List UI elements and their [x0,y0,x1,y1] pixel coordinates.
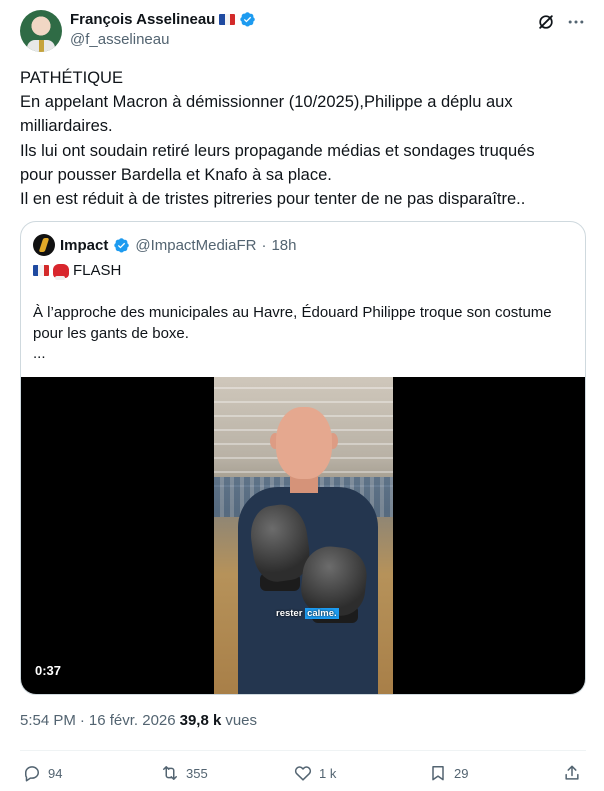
verified-badge-icon [240,12,256,27]
meta-separator: · [79,712,85,729]
bookmark-icon [432,766,444,781]
video-player[interactable]: rester calme. 0:37 [21,377,585,694]
person-head [276,407,332,479]
post-line: En appelant Macron à démissionner (10/20… [20,93,513,112]
reply-icon [25,766,39,782]
post-meta: 5:54 PM · 16 févr. 2026 39,8 k vues [20,712,257,729]
like-count: 1 k [319,765,337,781]
post-date[interactable]: 16 févr. 2026 [89,712,176,729]
quote-text-line: À l’approche des municipales au Havre, É… [33,304,552,321]
quote-text: À l’approche des municipales au Havre, É… [33,303,579,365]
quoted-post[interactable]: Impact @ImpactMediaFR · 18h FLASH À l’ap… [20,221,586,695]
subtitle-highlight-word: calme. [305,608,339,619]
video-frame[interactable]: rester calme. [214,377,393,694]
grok-icon[interactable] [536,12,556,32]
reply-button[interactable]: 94 [22,763,62,783]
share-icon [565,765,579,780]
quote-ellipsis: ... [33,345,46,362]
quote-avatar[interactable] [33,234,55,256]
like-button[interactable]: 1 k [293,763,336,783]
divider [20,750,586,751]
bookmark-count: 29 [454,765,469,781]
views-label: vues [225,712,258,729]
author-name[interactable]: François Asselineau [70,11,215,28]
quote-time[interactable]: 18h [271,237,296,254]
repost-button[interactable]: 355 [160,763,208,783]
bookmark-button[interactable]: 29 [428,763,468,783]
quote-flash-label: FLASH [73,262,122,279]
reply-count: 94 [48,765,63,781]
repost-count: 355 [186,765,208,781]
post-line: pour pousser Bardella et Knafo à sa plac… [20,165,332,184]
heart-icon [294,766,312,781]
quote-author-handle[interactable]: @ImpactMediaFR [135,237,256,254]
quote-author-name[interactable]: Impact [60,237,108,254]
avatar-tie [39,40,44,52]
video-duration: 0:37 [35,663,62,678]
post-text: PATHÉTIQUE En appelant Macron à démissio… [20,66,590,211]
post-line: Ils lui ont soudain retiré leurs propaga… [20,141,535,160]
post-line: PATHÉTIQUE [20,69,123,87]
verified-badge-icon [114,237,130,253]
video-subtitle: rester calme. [276,608,339,619]
boxing-glove-right [298,543,370,619]
boxing-glove-icon [53,263,69,280]
post-time[interactable]: 5:54 PM [20,712,76,729]
quote-text-line: pour les gants de boxe. [33,324,189,342]
repost-icon [163,766,177,780]
author-avatar[interactable] [20,10,62,52]
post-line: milliardaires. [20,117,113,136]
more-options-icon[interactable] [566,12,586,32]
quote-separator: · [261,236,267,254]
quote-header: Impact @ImpactMediaFR · 18h [33,234,296,256]
quote-flash-line: FLASH [33,262,122,280]
author-row: François Asselineau [70,11,256,28]
author-handle[interactable]: @f_asselineau [70,31,169,48]
views-count[interactable]: 39,8 k [180,712,222,729]
share-button[interactable] [562,763,582,783]
french-flag-icon [33,265,49,276]
french-flag-icon [219,14,236,25]
subtitle-word: rester [276,608,303,619]
post-line: Il en est réduit à de tristes pitreries … [20,190,526,209]
action-bar: 94 355 1 k 29 [0,763,604,787]
